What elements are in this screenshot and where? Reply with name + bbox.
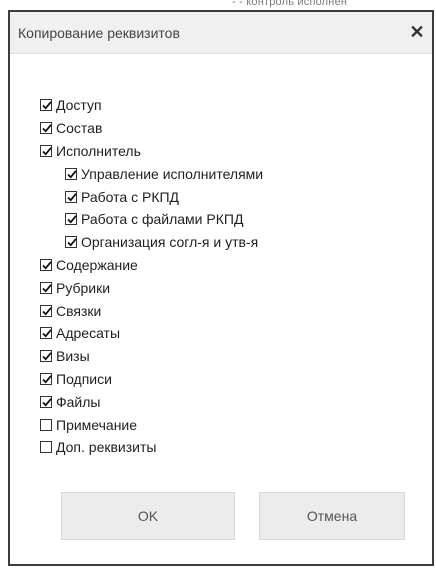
requisite-label: Рубрики	[56, 279, 111, 296]
requisite-label: Работа с файлами РКПД	[81, 211, 244, 228]
requisite-checkbox-item[interactable]: Связки	[40, 299, 263, 322]
checkbox-checked-icon[interactable]	[40, 144, 52, 157]
requisite-checkbox-item[interactable]: Рубрики	[40, 276, 263, 299]
checkbox-checked-icon[interactable]	[40, 122, 52, 135]
requisite-checkbox-item[interactable]: Подписи	[40, 368, 263, 391]
checkbox-checked-icon[interactable]	[65, 236, 77, 249]
close-icon[interactable]: ✕	[406, 21, 428, 43]
requisite-checkbox-item[interactable]: Исполнитель	[40, 140, 263, 163]
requisite-label: Доп. реквизиты	[56, 439, 157, 456]
requisites-checkbox-list: Доступ Состав Исполнитель Управление исполн…	[40, 94, 263, 459]
requisite-label: Содержание	[56, 256, 138, 273]
requisite-label: Адресаты	[56, 325, 121, 342]
checkbox-checked-icon[interactable]	[40, 350, 52, 363]
cancel-button[interactable]: Отмена	[259, 492, 405, 540]
checkbox-checked-icon[interactable]	[40, 258, 52, 271]
requisite-label: Исполнитель	[56, 142, 141, 159]
requisite-label: Подписи	[56, 370, 112, 387]
requisite-label: Примечание	[56, 416, 138, 433]
requisite-label: Организация согл-я и утв-я	[81, 234, 259, 251]
requisite-checkbox-item[interactable]: Адресаты	[40, 322, 263, 345]
checkbox-checked-icon[interactable]	[65, 190, 77, 203]
requisite-checkbox-item[interactable]: Файлы	[40, 390, 263, 413]
requisite-checkbox-item[interactable]: Работа с РКПД	[40, 185, 263, 208]
dialog-title: Копирование реквизитов	[18, 25, 180, 41]
requisite-label: Файлы	[56, 393, 101, 410]
requisite-label: Работа с РКПД	[81, 188, 180, 205]
checkbox-checked-icon[interactable]	[40, 281, 52, 294]
ok-button[interactable]: OK	[61, 492, 235, 540]
background-text: - - контроль исполнен	[232, 0, 348, 8]
requisite-checkbox-item[interactable]: Организация согл-я и утв-я	[40, 231, 263, 254]
checkbox-checked-icon[interactable]	[65, 213, 77, 226]
checkbox-checked-icon[interactable]	[40, 327, 52, 340]
checkbox-unchecked-icon[interactable]	[40, 441, 52, 454]
checkbox-checked-icon[interactable]	[40, 395, 52, 408]
checkbox-checked-icon[interactable]	[65, 167, 77, 180]
requisite-label: Визы	[56, 348, 90, 365]
dialog-titlebar: Копирование реквизитов ✕	[10, 12, 432, 54]
checkbox-unchecked-icon[interactable]	[40, 418, 52, 431]
requisite-checkbox-item[interactable]: Состав	[40, 117, 263, 140]
requisite-label: Управление исполнителями	[81, 165, 264, 182]
background-window: - - контроль исполнен	[0, 0, 436, 10]
checkbox-checked-icon[interactable]	[40, 99, 52, 112]
requisite-checkbox-item[interactable]: Управление исполнителями	[40, 162, 263, 185]
checkbox-checked-icon[interactable]	[40, 372, 52, 385]
requisite-checkbox-item[interactable]: Визы	[40, 345, 263, 368]
checkbox-checked-icon[interactable]	[40, 304, 52, 317]
requisite-label: Связки	[56, 302, 102, 319]
requisite-checkbox-item[interactable]: Доступ	[40, 94, 263, 117]
requisite-label: Доступ	[56, 97, 102, 114]
requisite-label: Состав	[56, 120, 103, 137]
requisite-checkbox-item[interactable]: Примечание	[40, 413, 263, 436]
requisite-checkbox-item[interactable]: Работа с файлами РКПД	[40, 208, 263, 231]
copy-requisites-dialog: Копирование реквизитов ✕ Доступ Состав Исп…	[8, 10, 434, 566]
requisite-checkbox-item[interactable]: Доп. реквизиты	[40, 436, 263, 459]
requisite-checkbox-item[interactable]: Содержание	[40, 254, 263, 277]
